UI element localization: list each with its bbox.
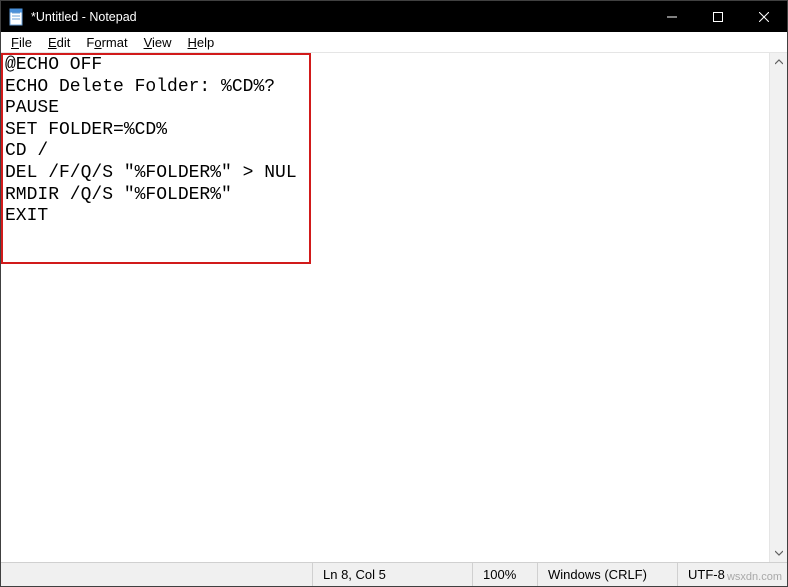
vertical-scrollbar[interactable]	[769, 53, 787, 562]
scroll-down-arrow[interactable]	[770, 544, 787, 562]
menu-format[interactable]: Format	[78, 33, 135, 52]
menu-edit[interactable]: Edit	[40, 33, 78, 52]
statusbar-spacer	[1, 563, 312, 586]
window-controls	[649, 1, 787, 32]
notepad-window: *Untitled - Notepad File Edit Format Vie…	[0, 0, 788, 587]
maximize-button[interactable]	[695, 1, 741, 32]
window-title: *Untitled - Notepad	[31, 10, 649, 24]
statusbar: Ln 8, Col 5 100% Windows (CRLF) UTF-8	[1, 562, 787, 586]
titlebar: *Untitled - Notepad	[1, 1, 787, 32]
scroll-up-arrow[interactable]	[770, 53, 787, 71]
statusbar-position: Ln 8, Col 5	[312, 563, 472, 586]
statusbar-line-ending: Windows (CRLF)	[537, 563, 677, 586]
minimize-button[interactable]	[649, 1, 695, 32]
close-button[interactable]	[741, 1, 787, 32]
menu-help[interactable]: Help	[180, 33, 223, 52]
statusbar-encoding: UTF-8	[677, 563, 787, 586]
menubar: File Edit Format View Help	[1, 32, 787, 53]
notepad-app-icon	[9, 7, 25, 27]
editor-area: @ECHO OFF ECHO Delete Folder: %CD%? PAUS…	[1, 53, 787, 562]
statusbar-zoom: 100%	[472, 563, 537, 586]
menu-view[interactable]: View	[136, 33, 180, 52]
text-editor[interactable]: @ECHO OFF ECHO Delete Folder: %CD%? PAUS…	[1, 53, 769, 562]
menu-file[interactable]: File	[3, 33, 40, 52]
